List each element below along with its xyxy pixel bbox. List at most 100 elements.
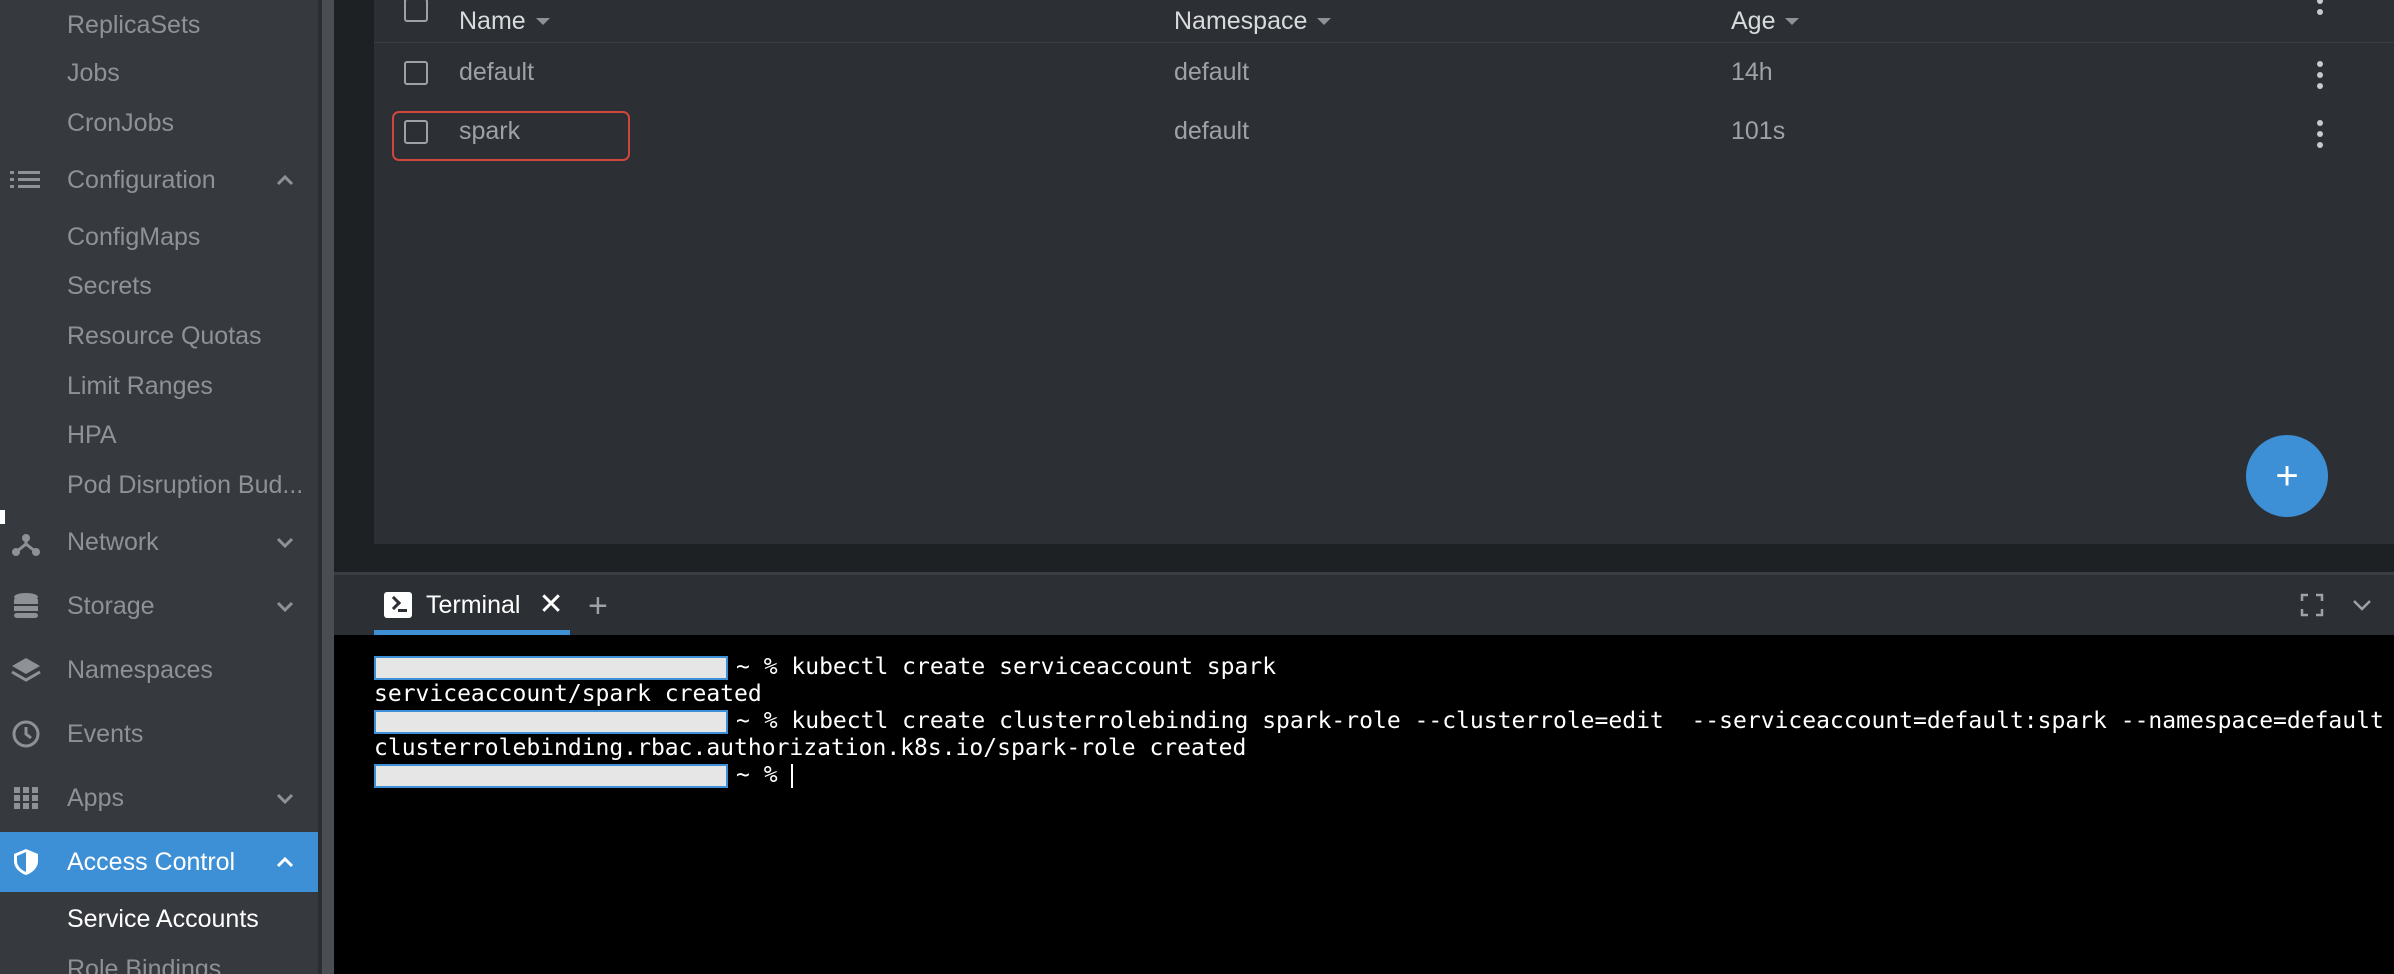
terminal-cursor (791, 763, 794, 788)
list-icon (10, 171, 40, 188)
sidebar-item-label: Namespaces (67, 655, 213, 684)
sidebar-item-label: HPA (67, 420, 117, 449)
tab-label: Terminal (426, 590, 521, 619)
sidebar-item-configuration[interactable]: Configuration (0, 155, 318, 205)
sidebar-item-label: Jobs (67, 58, 120, 87)
sidebar-item-access-control[interactable]: Access Control (0, 832, 318, 892)
header-divider (374, 42, 2394, 43)
add-button[interactable]: + (2246, 435, 2328, 517)
close-icon[interactable]: ✕ (538, 590, 563, 620)
sidebar-item-replicasets[interactable]: ReplicaSets (0, 0, 318, 50)
row-highlight-annotation (392, 111, 630, 161)
sidebar-item-label: ConfigMaps (67, 222, 201, 251)
row-namespace: default (1174, 117, 1250, 145)
row-age: 14h (1731, 58, 1773, 86)
row-menu-icon[interactable] (2317, 120, 2323, 148)
sort-caret-icon (1785, 17, 1800, 25)
terminal-command: kubectl create clusterrolebinding spark-… (791, 708, 2384, 734)
column-header-age[interactable]: Age (1731, 0, 1800, 42)
terminal-line: ~ % kubectl create serviceaccount spark (374, 654, 1276, 681)
sidebar-item-cronjobs[interactable]: CronJobs (0, 98, 318, 148)
row-namespace: default (1174, 58, 1250, 86)
sidebar-item-label: ReplicaSets (67, 10, 201, 39)
sidebar-item-label: Pod Disruption Bud... (67, 470, 304, 499)
row-checkbox[interactable] (404, 61, 428, 85)
network-icon (12, 534, 40, 556)
terminal-prompt: ~ % (736, 762, 792, 788)
sidebar-item-configmaps[interactable]: ConfigMaps (0, 212, 318, 262)
chevron-up-icon (276, 856, 294, 868)
sidebar-item-label: Events (67, 719, 144, 748)
column-header-label: Namespace (1174, 6, 1308, 35)
row-menu-icon[interactable] (2317, 61, 2323, 89)
sidebar-item-events[interactable]: Events (0, 709, 318, 759)
chevron-down-icon (276, 537, 294, 549)
sidebar-item-pod-disruption-budgets[interactable]: Pod Disruption Bud... (0, 460, 318, 510)
terminal-output-text: serviceaccount/spark created (374, 681, 762, 707)
redacted-prompt (374, 763, 728, 788)
sidebar-item-service-accounts[interactable]: Service Accounts (0, 894, 318, 944)
column-header-label: Age (1731, 6, 1776, 35)
sidebar-item-label: Access Control (67, 847, 236, 876)
sidebar-item-jobs[interactable]: Jobs (0, 48, 318, 98)
terminal-line: ~ % (374, 762, 794, 789)
sort-caret-icon (1317, 17, 1332, 25)
sidebar-item-label: Service Accounts (67, 904, 259, 933)
terminal-command: kubectl create serviceaccount spark (791, 654, 1277, 680)
redacted-prompt (374, 709, 728, 734)
terminal-output-text: clusterrolebinding.rbac.authorization.k8… (374, 735, 1247, 761)
tab-terminal[interactable]: Terminal ✕ (374, 575, 570, 635)
sidebar-item-label: Role Bindings (67, 954, 222, 974)
dock-tab-bar: Terminal ✕ + (334, 575, 2394, 635)
terminal-output[interactable]: ~ % kubectl create serviceaccount spark … (334, 635, 2394, 974)
terminal-line: clusterrolebinding.rbac.authorization.k8… (374, 735, 1246, 762)
sidebar-item-storage[interactable]: Storage (0, 581, 318, 631)
table-menu-icon[interactable] (2317, 0, 2323, 26)
sidebar-item-label: Storage (67, 591, 155, 620)
shield-icon (14, 849, 38, 875)
row-age: 101s (1731, 117, 1786, 145)
sidebar-item-label: Secrets (67, 271, 152, 300)
chevron-down-icon (276, 601, 294, 613)
sidebar-item-hpa[interactable]: HPA (0, 410, 318, 460)
service-accounts-table (374, 0, 2394, 544)
chevron-up-icon (276, 174, 294, 186)
chevron-down-icon (276, 793, 294, 805)
fullscreen-icon[interactable] (2300, 593, 2324, 617)
sidebar-item-role-bindings[interactable]: Role Bindings (0, 944, 318, 974)
sidebar-scrollbar[interactable] (322, 0, 334, 974)
sidebar-item-label: Configuration (67, 165, 216, 194)
add-button-label: + (2275, 453, 2299, 498)
resize-handle[interactable] (0, 510, 5, 524)
column-header-name[interactable]: Name (459, 0, 550, 42)
sidebar-item-network[interactable]: Network (0, 517, 318, 567)
terminal-prompt: ~ % (736, 654, 792, 680)
terminal-prompt: ~ % (736, 708, 792, 734)
redacted-prompt (374, 655, 728, 680)
terminal-icon (384, 592, 412, 618)
chevron-down-icon[interactable] (2350, 593, 2374, 617)
sidebar-item-label: CronJobs (67, 108, 174, 137)
sidebar-item-resource-quotas[interactable]: Resource Quotas (0, 311, 318, 361)
row-name[interactable]: default (459, 58, 534, 87)
sidebar-item-secrets[interactable]: Secrets (0, 261, 318, 311)
sidebar-item-label: Network (67, 527, 159, 556)
sidebar: ReplicaSets Jobs CronJobs Configuration … (0, 0, 318, 974)
storage-icon (14, 593, 38, 618)
sidebar-item-namespaces[interactable]: Namespaces (0, 645, 318, 695)
sort-caret-icon (535, 17, 550, 25)
layers-icon (11, 658, 41, 682)
column-header-namespace[interactable]: Namespace (1174, 0, 1332, 42)
apps-grid-icon (14, 787, 38, 809)
terminal-line: ~ % kubectl create clusterrolebinding sp… (374, 708, 2384, 735)
sidebar-item-limit-ranges[interactable]: Limit Ranges (0, 361, 318, 411)
terminal-line: serviceaccount/spark created (374, 681, 762, 708)
sidebar-item-label: Resource Quotas (67, 321, 262, 350)
sidebar-item-label: Limit Ranges (67, 371, 213, 400)
column-header-label: Name (459, 6, 526, 35)
sidebar-item-apps[interactable]: Apps (0, 773, 318, 823)
new-tab-button[interactable]: + (588, 587, 608, 626)
clock-icon (12, 720, 40, 748)
select-all-checkbox[interactable] (404, 0, 428, 22)
sidebar-item-label: Apps (67, 783, 124, 812)
